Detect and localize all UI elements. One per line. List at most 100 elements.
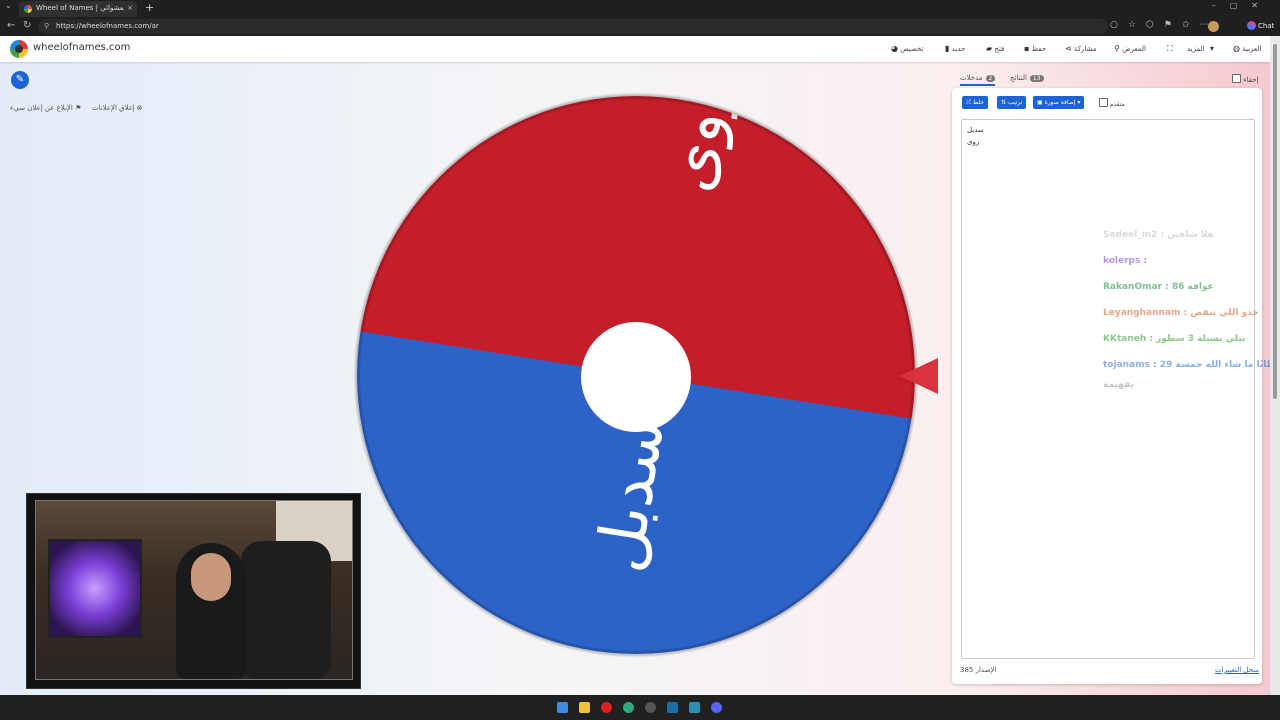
steam-icon[interactable] [667,702,678,713]
site-info-icon[interactable]: ⚲ [44,19,49,34]
advanced-checkbox[interactable]: متقدم [1097,98,1125,108]
browser-tab[interactable]: Wheel of Names | الاسم العشوائي × [19,1,137,17]
page-scrollbar[interactable] [1270,36,1280,695]
chat-message: Sadeel_m2 : هلا شاهين [1103,230,1214,240]
hide-checkbox[interactable]: إخفاء [1230,74,1258,84]
panel-tabs: مدخلات 2 النتائج 13 [952,72,1262,88]
wheel-pointer [900,358,938,394]
tab-results[interactable]: النتائج 13 [1010,74,1044,82]
image-icon: ▣ [1037,99,1043,106]
tab-results-label: النتائج [1010,74,1027,82]
file-icon: ▮ [945,44,950,53]
logo[interactable] [10,40,28,58]
fullscreen-icon: ⛶ [1167,44,1173,53]
app-icon[interactable] [645,702,656,713]
version-number: 385 [960,666,974,674]
chat-message: KKtaneh : بيلي بسيلة 3 سطور [1103,334,1246,344]
flag-icon: ⚑ [75,104,82,112]
tab-title: Wheel of Names | الاسم العشوائي [36,4,124,12]
tab-menu-icon[interactable]: ⌄ [5,1,12,10]
save-label: حفظ [1031,45,1047,53]
chat-button[interactable]: Chat [1243,20,1278,33]
chat-message: tojanams : 29 سطانًا ما شاء الله خمسة [1103,360,1270,370]
new-tab-icon[interactable]: + [145,0,154,16]
pc-case-image [48,539,142,638]
chat-message: Leyanghannam : خذو اللي تنقص [1103,308,1259,318]
search-icon: ⚲ [1114,44,1120,53]
sort-button[interactable]: ⇅ ترتيب [997,96,1027,109]
gallery-label: المعرض [1122,45,1146,53]
address-bar-row: ← ↻ ⚲ https://wheelofnames.com/ar ○☆⬡⚑✩⋯… [0,17,1280,36]
wheel-hub[interactable] [581,322,691,432]
profile-avatar[interactable] [1208,21,1219,32]
page: wheelofnames.com ◕ تخصيص ▮ جديد ▰ فتح ▪ … [0,36,1270,695]
back-icon[interactable]: ← [7,20,15,31]
wheel-segment-label: سدبل [582,413,680,577]
palette-icon: ◕ [891,44,898,53]
site-name[interactable]: wheelofnames.com [33,42,130,53]
windows-start-icon[interactable] [557,702,568,713]
youtube-icon[interactable] [601,702,612,713]
language-menu[interactable]: ◍ العربية [1230,44,1261,53]
file-explorer-icon[interactable] [579,702,590,713]
customize-button[interactable]: ◕ تخصيص [888,44,923,53]
wheel[interactable]: روى سدبل [357,96,915,654]
webcam-video [35,500,353,680]
tab-entries-label: مدخلات [960,74,983,82]
entries-count-badge: 2 [985,75,996,82]
toolbar-icons[interactable]: ○☆⬡⚑✩⋯ [1110,20,1218,30]
gallery-button[interactable]: ⚲ المعرض [1111,44,1146,53]
chat-label: Chat [1258,22,1275,30]
more-label: المزيد [1187,45,1205,53]
wheel-segment-label: روى [652,96,743,197]
chevron-down-icon: ▾ [1209,44,1214,53]
close-ads-link[interactable]: إغلاق الإعلانات ⊗ [92,104,143,112]
new-label: جديد [951,45,966,53]
advanced-label: متقدم [1109,101,1125,108]
save-icon: ▪ [1024,44,1030,53]
reload-icon[interactable]: ↻ [23,20,31,31]
results-count-badge: 13 [1029,75,1044,82]
folder-icon: ▰ [986,44,993,53]
report-ad-link[interactable]: الإبلاغ عن إعلان سيء ⚑ [10,104,81,112]
browser-chrome: ⌄ Wheel of Names | الاسم العشوائي × + –▢… [0,0,1280,36]
open-button[interactable]: ▰ فتح [983,44,1004,53]
customize-label: تخصيص [900,45,924,53]
site-header: wheelofnames.com ◕ تخصيص ▮ جديد ▰ فتح ▪ … [0,36,1270,62]
edit-pencil-button[interactable]: ✎ [11,71,29,89]
new-button[interactable]: ▮ جديد [942,44,965,53]
changelog-link[interactable]: سجل التغييرات [1215,666,1259,674]
close-tab-icon[interactable]: × [127,1,133,16]
version-info: 385 الإصدار [960,666,997,674]
chevron-down-icon: ▾ [1077,99,1081,106]
add-image-button[interactable]: ▣ إضافة صورة ▾ [1033,96,1085,109]
share-label: مشاركة [1073,45,1097,53]
version-label: الإصدار [975,666,997,674]
add-image-label: إضافة صورة [1044,99,1076,106]
share-button[interactable]: ⋖ مشاركة [1062,44,1097,53]
more-menu[interactable]: المزيد ▾ [1187,44,1214,53]
close-circle-icon: ⊗ [136,104,143,112]
fullscreen-button[interactable]: ⛶ [1164,44,1173,54]
window-controls[interactable]: –▢✕ [1212,1,1272,10]
streamer-face-image [191,553,231,601]
sort-label: ترتيب [1007,99,1023,106]
chat-message: RakanOmar : عوافه 86 [1103,282,1214,292]
shuffle-button[interactable]: ⤮ خلط [962,96,989,109]
app-icon[interactable] [689,702,700,713]
shuffle-icon: ⤮ [966,99,971,106]
save-button[interactable]: ▪ حفظ [1021,44,1046,53]
sort-icon: ⇅ [1001,99,1007,106]
close-ads-label: إغلاق الإعلانات [92,104,135,112]
scrollbar-thumb[interactable] [1273,44,1277,399]
language-label: العربية [1242,45,1262,53]
gaming-chair-image [241,541,331,679]
share-icon: ⋖ [1065,44,1072,53]
wheel-container[interactable]: روى سدبل [357,96,915,654]
tab-entries[interactable]: مدخلات 2 [960,74,996,86]
address-bar[interactable]: ⚲ https://wheelofnames.com/ar [38,19,1108,34]
discord-icon[interactable] [711,702,722,713]
taskbar [0,695,1280,720]
edge-browser-icon[interactable] [623,702,634,713]
chat-message: يفهيمة [1103,380,1134,390]
